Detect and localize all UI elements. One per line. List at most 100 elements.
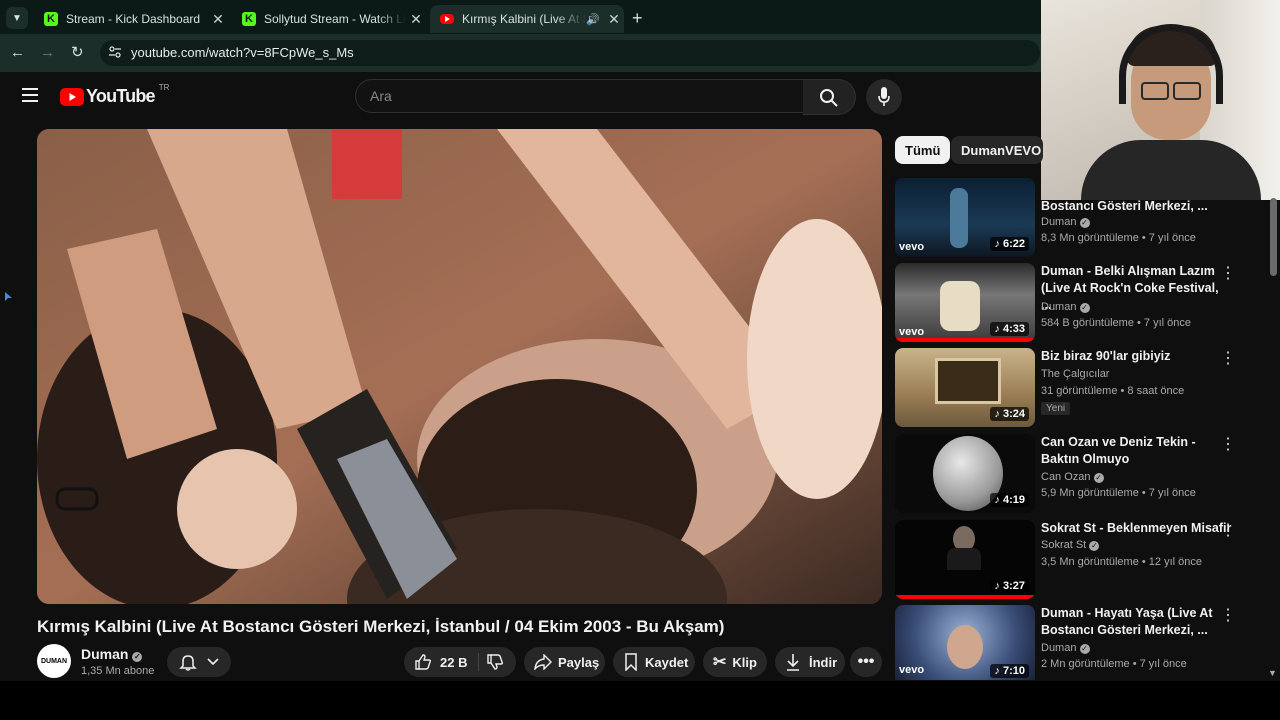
search-button[interactable] [803, 79, 856, 115]
forward-arrow-icon[interactable]: → [40, 44, 55, 61]
tab-title: Sollytud Stream - Watch Live on Kick [264, 12, 406, 26]
chip-all[interactable]: Tümü [895, 136, 951, 164]
youtube-logo[interactable]: YouTube TR [60, 83, 169, 107]
channel-text: Can Ozan [1041, 471, 1091, 483]
recommendation-item[interactable]: vevo ♪ 4:33 Duman - Belki Alışman Lazım … [895, 263, 1275, 343]
download-button[interactable]: İndir [775, 647, 845, 677]
channel-name[interactable]: Duman ✓ [81, 646, 143, 662]
duration-badge: ♪ 3:24 [990, 407, 1029, 421]
recommendation-item[interactable]: vevo ♪ 6:22 Bostancı Gösteri Merkezi, ..… [895, 178, 1275, 258]
close-tab-icon[interactable]: ✕ [208, 11, 228, 28]
recommendation-item[interactable]: ♪ 3:27 Sokrat St - Beklenmeyen Misafir ⋮… [895, 520, 1275, 600]
back-arrow-icon[interactable]: ← [10, 44, 25, 61]
title-line: Can Ozan ve Deniz Tekin - [1041, 435, 1196, 449]
verified-icon: ✓ [1079, 303, 1090, 313]
search-input[interactable]: Ara [355, 79, 805, 113]
chip-dumanvevo[interactable]: DumanVEVO ad [951, 136, 1043, 164]
channel-name[interactable]: Duman ✓ [1041, 642, 1090, 654]
browser-tab-kick-stream[interactable]: K Sollytud Stream - Watch Live on Kick ✕ [232, 5, 426, 33]
video-thumbnail[interactable]: ♪ 3:24 [895, 348, 1035, 427]
video-player[interactable] [37, 129, 882, 604]
channel-name[interactable]: Can Ozan ✓ [1041, 471, 1104, 483]
duration-badge: ♪ 4:33 [990, 322, 1029, 336]
more-options-icon[interactable]: ⋮ [1220, 348, 1236, 368]
mouse-cursor-icon [5, 292, 13, 302]
bell-icon [179, 655, 197, 671]
channel-name[interactable]: Duman ✓ [1041, 301, 1090, 313]
recommendation-title[interactable]: Sokrat St - Beklenmeyen Misafir [1041, 520, 1231, 537]
duration-text: 4:19 [1002, 494, 1025, 506]
clip-button[interactable]: ✂ Klip [703, 647, 767, 677]
like-divider [478, 653, 479, 671]
duration-text: 7:10 [1002, 665, 1025, 677]
browser-tab-kick-dashboard[interactable]: K Stream - Kick Dashboard ✕ [34, 5, 228, 33]
recommendation-item[interactable]: ♪ 3:24 Biz biraz 90'lar gibiyiz ⋮ The Ça… [895, 348, 1275, 428]
duration-badge: ♪ 6:22 [990, 237, 1029, 251]
verified-icon: ✓ [1089, 541, 1100, 551]
recommendation-title[interactable]: Duman - Hayatı Yaşa (Live At Bostancı Gö… [1041, 605, 1221, 639]
duration-badge: ♪ 7:10 [990, 664, 1029, 678]
scroll-down-arrow-icon[interactable]: ▼ [1268, 668, 1277, 678]
hamburger-menu-icon[interactable] [22, 88, 38, 102]
tab-search-button[interactable]: ▼ [6, 7, 28, 29]
thumbs-down-icon[interactable] [486, 653, 504, 671]
save-button[interactable]: Kaydet [613, 647, 695, 677]
url-text[interactable]: youtube.com/watch?v=8FCpWe_s_Ms [131, 45, 354, 60]
more-actions-button[interactable]: ••• [850, 647, 882, 677]
channel-text: Duman [1041, 642, 1077, 654]
more-options-icon[interactable]: ⋮ [1220, 263, 1236, 283]
more-options-icon[interactable]: ⋮ [1220, 434, 1236, 454]
browser-tab-youtube-active[interactable]: Kırmış Kalbini (Live At Bostancı 🔊 ✕ [430, 5, 624, 33]
channel-name[interactable]: Sokrat St ✓ [1041, 539, 1100, 551]
microphone-icon [878, 87, 890, 106]
duration-text: 4:33 [1002, 323, 1025, 335]
new-tab-button[interactable]: + [632, 8, 643, 29]
duration-text: 3:24 [1002, 408, 1025, 420]
more-options-icon[interactable]: ⋮ [1220, 605, 1236, 625]
notification-bell-button[interactable] [167, 647, 231, 677]
title-line: Baktın Olmuyo [1041, 452, 1130, 466]
recommendation-item[interactable]: vevo ♪ 7:10 Duman - Hayatı Yaşa (Live At… [895, 605, 1275, 680]
video-thumbnail[interactable]: ♪ 4:19 [895, 434, 1035, 513]
voice-search-button[interactable] [866, 79, 902, 115]
recommendation-title[interactable]: Can Ozan ve Deniz Tekin - Baktın Olmuyo [1041, 434, 1221, 468]
video-meta: 31 görüntüleme • 8 saat önce [1041, 385, 1185, 397]
verified-icon: ✓ [1093, 473, 1104, 483]
video-meta: 584 B görüntüleme • 7 yıl önce [1041, 317, 1191, 329]
video-thumbnail[interactable]: vevo ♪ 4:33 [895, 263, 1035, 342]
close-tab-icon[interactable]: ✕ [406, 11, 426, 28]
tab-title: Stream - Kick Dashboard [66, 12, 201, 26]
share-button[interactable]: Paylaş [524, 647, 605, 677]
share-icon [534, 654, 552, 670]
video-thumbnail[interactable]: vevo ♪ 6:22 [895, 178, 1035, 257]
verified-icon: ✓ [1079, 218, 1090, 228]
download-label: İndir [809, 654, 838, 670]
clip-label: Klip [732, 654, 757, 670]
like-button[interactable]: 22 B [404, 647, 516, 677]
recommendation-item[interactable]: ♪ 4:19 Can Ozan ve Deniz Tekin - Baktın … [895, 434, 1275, 514]
recommendation-title[interactable]: Biz biraz 90'lar gibiyiz [1041, 348, 1221, 365]
title-line: Biz biraz 90'lar gibiyiz [1041, 349, 1171, 363]
title-line: Bostancı Gösteri Merkezi, ... [1041, 199, 1208, 213]
vevo-logo: vevo [899, 664, 925, 676]
chevron-down-icon [207, 658, 219, 666]
reload-icon[interactable]: ↻ [71, 43, 84, 61]
scrollbar-thumb[interactable] [1270, 198, 1277, 276]
close-tab-icon[interactable]: ✕ [604, 11, 624, 28]
duration-badge: ♪ 4:19 [990, 493, 1029, 507]
video-frame-image [37, 129, 882, 604]
channel-name[interactable]: Duman ✓ [1041, 216, 1090, 228]
video-meta: 5,9 Mn görüntüleme • 7 yıl önce [1041, 487, 1196, 499]
new-badge: Yeni [1041, 402, 1071, 415]
channel-name[interactable]: The Çalgıcılar [1041, 368, 1109, 380]
channel-avatar[interactable]: DUMAN [37, 644, 71, 678]
speaker-icon[interactable]: 🔊 [586, 13, 600, 26]
video-thumbnail[interactable]: ♪ 3:27 [895, 520, 1035, 599]
more-options-icon[interactable]: ⋮ [1220, 520, 1236, 540]
video-thumbnail[interactable]: vevo ♪ 7:10 [895, 605, 1035, 680]
recommendation-title[interactable]: Bostancı Gösteri Merkezi, ... [1041, 198, 1221, 215]
kick-icon: K [44, 12, 58, 26]
share-label: Paylaş [558, 654, 600, 670]
like-count: 22 B [440, 654, 468, 670]
site-info-icon[interactable] [108, 45, 122, 59]
